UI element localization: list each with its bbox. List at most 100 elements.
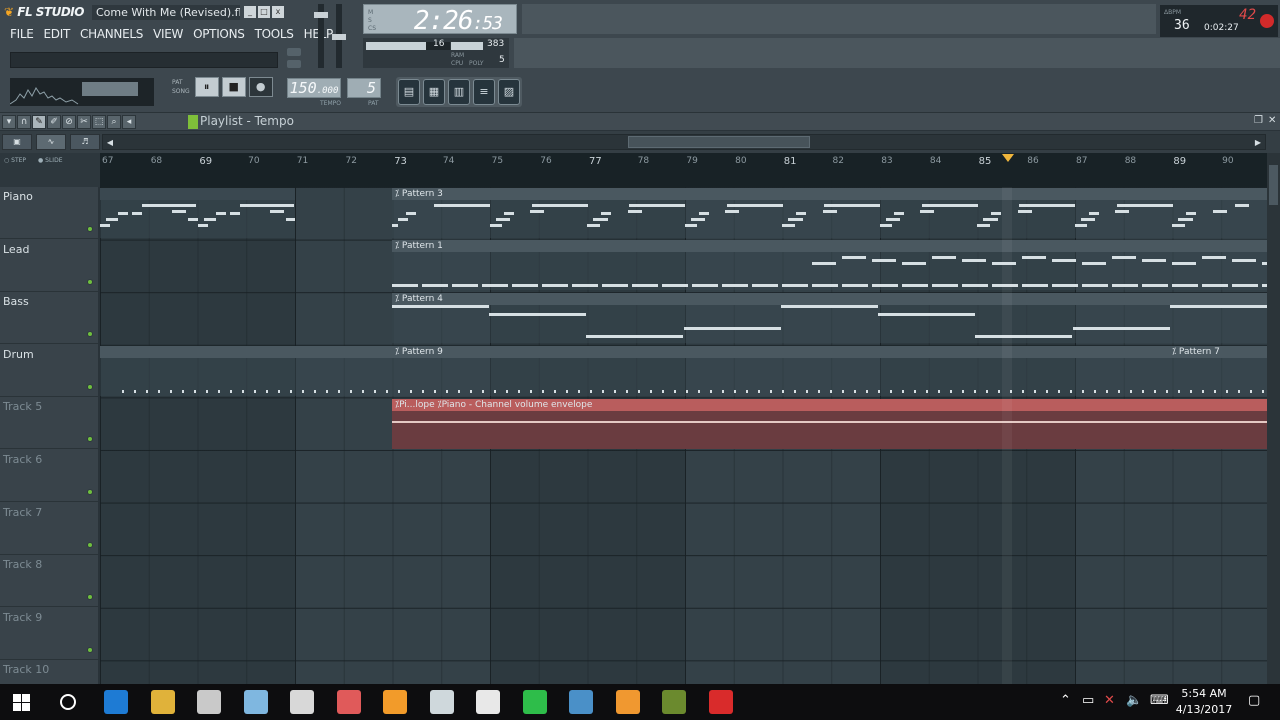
mixer-icon[interactable]: ▨ [498,79,520,105]
track-header[interactable]: Lead [0,240,98,292]
maximize-button[interactable]: □ [258,6,270,18]
stop-button[interactable]: ■ [221,77,246,97]
close-button[interactable]: x [272,6,284,18]
playlist-title[interactable]: Playlist - Tempo [200,113,294,130]
track-mute-led-icon[interactable] [87,594,93,601]
mute-icon[interactable]: ⊘ [62,115,76,129]
menu-edit[interactable]: EDIT [44,27,71,41]
notifications-icon[interactable]: ▢ [1248,693,1260,708]
menu-options[interactable]: OPTIONS [193,27,245,41]
track-header[interactable]: Track 9 [0,608,98,660]
zoom-icon[interactable]: ⌕ [107,115,121,129]
piano-clip-pre[interactable] [100,188,295,238]
scrollbar-thumb[interactable] [628,136,810,148]
timeline-ruler[interactable]: 67 68 69 70 71 72 73 74 75 76 77 78 79 80 81 82 83 84 85 86… [100,153,1268,187]
vertical-scrollbar-thumb[interactable] [1269,165,1278,205]
select-icon[interactable]: ⬚ [92,115,106,129]
fl-fox-icon[interactable] [197,690,221,714]
slice-icon[interactable]: ✂ [77,115,91,129]
pattern-number-display[interactable]: 5 [347,78,381,98]
network-icon[interactable]: ✕ [1104,693,1115,708]
track-mute-led-icon[interactable] [87,278,93,285]
edge-icon[interactable] [104,690,128,714]
track-mute-led-icon[interactable] [87,646,93,653]
horizontal-scrollbar[interactable]: ◀ ▶ [102,134,1266,150]
menu-file[interactable]: FILE [10,27,34,41]
playlist-maximize-icon[interactable]: ❐ [1254,115,1263,126]
line-icon[interactable] [522,690,547,714]
snap-button[interactable]: ▣ [2,134,32,150]
track-mute-led-icon[interactable] [87,226,93,232]
playback-icon[interactable]: ◂ [122,115,136,129]
playlist-close-icon[interactable]: ✕ [1268,115,1276,126]
step-option[interactable]: ○ STEP [4,157,26,164]
media-player-icon[interactable] [615,690,640,714]
photos-icon[interactable] [569,690,593,714]
panel-knob[interactable] [287,48,301,56]
note-tool-button[interactable]: ♬ [70,134,100,150]
menu-tools[interactable]: TOOLS [255,27,294,41]
menu-channels[interactable]: CHANNELS [80,27,143,41]
master-pitch-slider[interactable] [332,4,346,68]
automation-envelope-clip[interactable]: ⁒Pi...lope ⁒Piano - Channel volume envel… [392,399,1267,449]
waveform-tool-button[interactable]: ∿ [36,134,66,150]
track-header[interactable]: Bass [0,292,98,345]
panel-knob[interactable] [287,60,301,68]
track-header[interactable]: Track 6 [0,450,98,502]
people-icon[interactable] [476,690,500,714]
tray-chevron-icon[interactable]: ⌃ [1060,693,1071,708]
minimize-button[interactable]: _ [244,6,256,18]
master-volume-slider[interactable] [314,4,328,68]
track-header[interactable]: Track 5 [0,397,98,450]
orange-app-icon[interactable] [383,690,407,714]
brush-icon[interactable]: ✐ [47,115,61,129]
scroll-left-icon[interactable]: ◀ [105,137,115,149]
windows-start-icon[interactable] [13,694,30,711]
track-mute-led-icon[interactable] [87,331,93,338]
track-mute-led-icon[interactable] [87,383,93,390]
menu-arrow-icon[interactable]: ▾ [2,115,16,129]
clock-date[interactable]: 4/13/2017 [1175,703,1233,716]
record-indicator-icon[interactable] [1260,14,1274,28]
track-header[interactable]: Drum [0,345,98,397]
playlist-grid[interactable]: ⁒ Pattern 3 ⁒ Pattern 1 ⁒ Pattern 4 ⁒ Pa… [100,187,1267,684]
menu-view[interactable]: VIEW [153,27,183,41]
pause-button[interactable]: ⏸ [194,77,219,97]
fl-studio-icon[interactable] [662,690,686,714]
user-app-icon[interactable] [429,690,454,714]
cortana-search-icon[interactable] [60,694,76,710]
volume-icon[interactable]: 🔈 [1126,693,1142,708]
track-mute-led-icon[interactable] [87,436,93,443]
tempo-display[interactable]: 150.000 [287,78,341,98]
scroll-right-icon[interactable]: ▶ [1253,137,1263,149]
red-app-icon[interactable] [336,690,361,714]
keyboard-icon[interactable]: ⌨ [1150,693,1169,708]
browser-icon[interactable]: ≡ [473,79,495,105]
bass-pattern-clip[interactable]: ⁒ Pattern 4 [392,293,1267,343]
track-mute-led-icon[interactable] [87,489,93,495]
pencil-icon[interactable]: ✎ [32,115,46,129]
battery-icon[interactable]: ▭ [1082,693,1094,708]
vertical-scrollbar[interactable] [1267,153,1280,684]
magnet-icon[interactable]: ∩ [17,115,31,129]
slide-option[interactable]: ● SLIDE [38,157,63,164]
playlist-view-icon[interactable]: ▤ [398,79,420,105]
piano-pattern-clip[interactable]: ⁒ Pattern 3 [392,188,1267,238]
track-header[interactable]: Piano [0,187,98,239]
track-header[interactable]: Track 8 [0,555,98,608]
step-sequencer-icon[interactable]: ▦ [423,79,445,105]
file-explorer-icon[interactable] [150,690,175,714]
track-header[interactable]: Track 7 [0,503,98,555]
lead-pattern-clip[interactable]: ⁒ Pattern 1 [392,240,1267,290]
pat-song-switch[interactable]: PAT SONG [172,78,190,96]
record-button[interactable]: ● [248,77,273,97]
piano-roll-icon[interactable]: ▥ [448,79,470,105]
track-mute-led-icon[interactable] [87,541,93,548]
app-icon[interactable] [243,690,268,714]
drum-track-clips[interactable]: ⁒ Pattern 9 ⁒ Pattern 7 [100,346,1267,396]
calculator-icon[interactable] [290,690,314,714]
song-time-display[interactable]: M S CS 2:26:53 [363,4,517,36]
record-app-icon[interactable] [708,690,733,714]
clock-time[interactable]: 5:54 AM [1178,687,1230,700]
playhead-marker-icon[interactable] [1002,154,1014,162]
